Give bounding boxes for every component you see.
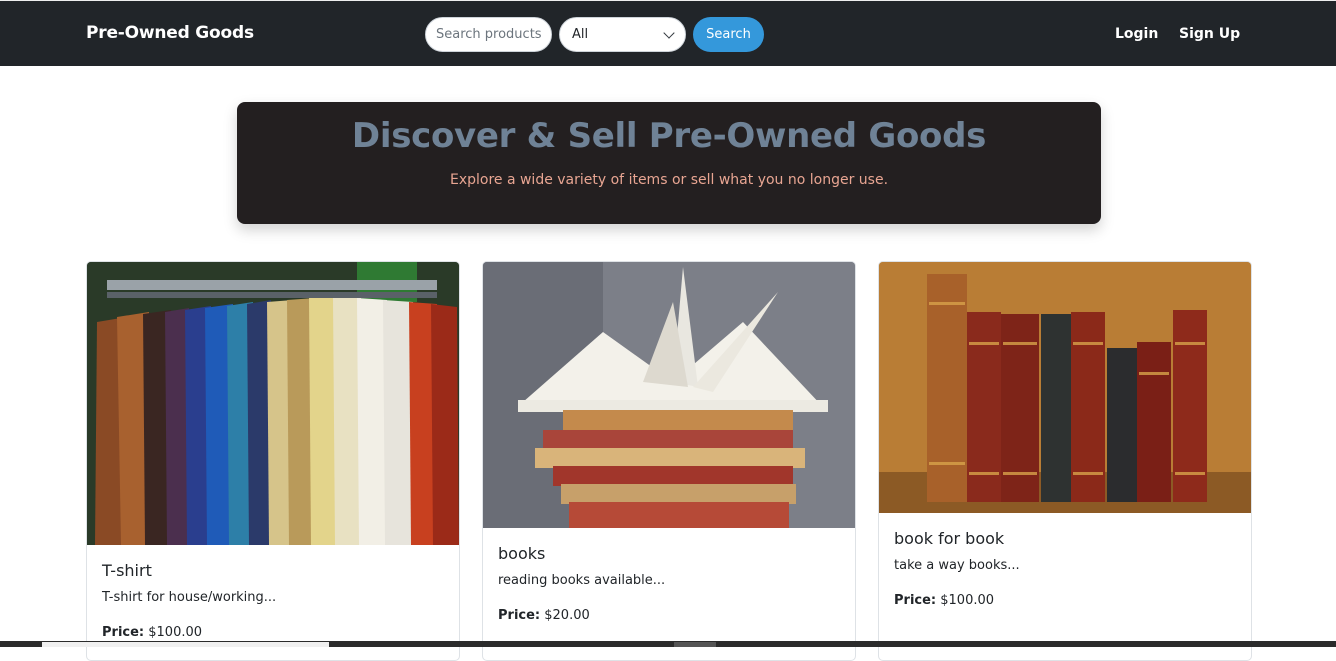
product-image-book-stack[interactable] <box>483 262 855 528</box>
product-card-body: books reading books available... Price: … <box>483 528 855 639</box>
product-card-body: book for book take a way books... Price:… <box>879 513 1251 624</box>
price-value: $100.00 <box>148 625 203 640</box>
product-price: Price: $20.00 <box>498 608 840 623</box>
price-value: $20.00 <box>544 608 590 623</box>
price-label: Price: <box>498 608 541 623</box>
category-select[interactable]: All <box>559 17 686 52</box>
category-selected-value: All <box>572 27 589 42</box>
product-image-antique-books[interactable] <box>879 262 1251 513</box>
product-card[interactable]: book for book take a way books... Price:… <box>878 261 1252 661</box>
signup-link[interactable]: Sign Up <box>1179 26 1240 42</box>
search-input[interactable] <box>425 17 552 52</box>
product-price: Price: $100.00 <box>894 593 1236 608</box>
product-title[interactable]: books <box>498 544 840 563</box>
login-link[interactable]: Login <box>1115 26 1158 42</box>
product-description: reading books available... <box>498 573 666 588</box>
product-title[interactable]: T-shirt <box>102 561 444 580</box>
hero-banner: Discover & Sell Pre-Owned Goods Explore … <box>237 102 1101 224</box>
hero-title: Discover & Sell Pre-Owned Goods <box>351 116 987 156</box>
product-description: take a way books... <box>894 558 1020 573</box>
product-title[interactable]: book for book <box>894 529 1236 548</box>
taskbar-segment <box>674 642 716 647</box>
product-price: Price: $100.00 <box>102 625 444 640</box>
taskbar-segment <box>42 642 329 647</box>
search-button[interactable]: Search <box>693 17 764 52</box>
price-label: Price: <box>894 593 937 608</box>
product-card-body: T-shirt T-shirt for house/working... Pri… <box>87 545 459 656</box>
chevron-down-icon <box>663 26 675 39</box>
brand-logo[interactable]: Pre-Owned Goods <box>86 23 254 43</box>
product-card[interactable]: T-shirt T-shirt for house/working... Pri… <box>86 261 460 661</box>
product-card[interactable]: books reading books available... Price: … <box>482 261 856 661</box>
price-value: $100.00 <box>940 593 995 608</box>
price-label: Price: <box>102 625 145 640</box>
navbar: Pre-Owned Goods All Search Login Sign Up <box>0 0 1336 66</box>
hero-subtitle: Explore a wide variety of items or sell … <box>449 172 889 188</box>
product-image-clothes-rack[interactable] <box>87 262 459 545</box>
product-description: T-shirt for house/working... <box>102 590 277 605</box>
